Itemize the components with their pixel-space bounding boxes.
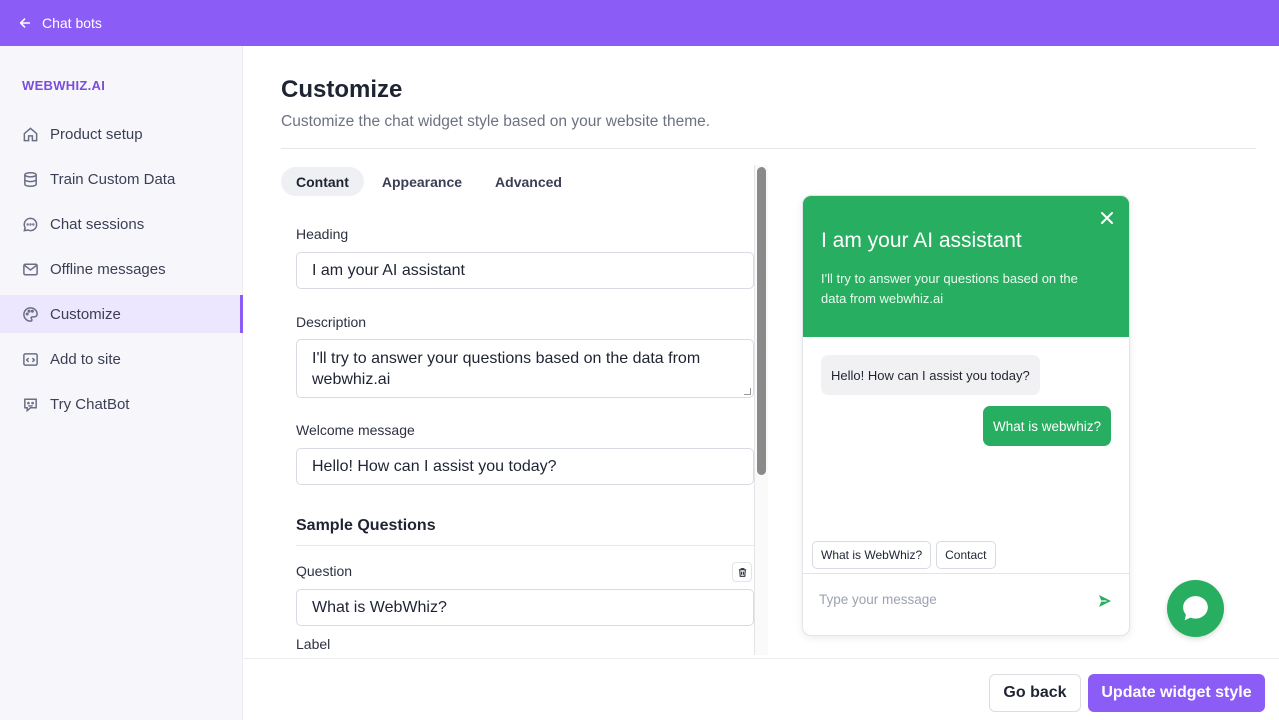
widget-title: I am your AI assistant (821, 229, 1022, 252)
page-subtitle: Customize the chat widget style based on… (281, 113, 711, 130)
form-scrollbar[interactable] (754, 165, 768, 655)
widget-input-divider (803, 573, 1129, 574)
bot-icon (24, 398, 37, 412)
question-label: Question (296, 563, 353, 579)
heading-input[interactable]: I am your AI assistant (296, 252, 754, 289)
sample-questions-title: Sample Questions (296, 517, 436, 534)
sidebar-item-label: Customize (50, 305, 121, 323)
sidebar-item-label: Try ChatBot (50, 395, 130, 413)
description-textarea[interactable]: I'll try to answer your questions based … (296, 339, 754, 398)
heading-input-value: I am your AI assistant (312, 261, 465, 279)
sample-question-chips: What is WebWhiz? Contact (812, 541, 996, 569)
sidebar-nav: Product setup Train Custom Data Chat ses… (0, 115, 243, 430)
database-icon (24, 171, 37, 187)
back-link-label: Chat bots (42, 15, 102, 31)
sidebar-item-customize[interactable]: Customize (0, 295, 243, 333)
go-back-button[interactable]: Go back (989, 674, 1081, 712)
sidebar: WEBWHIZ.AI Product setup Train Custom Da… (0, 46, 243, 720)
palette-icon (23, 306, 38, 322)
welcome-message-input[interactable]: Hello! How can I assist you today? (296, 448, 754, 485)
sidebar-item-train-custom-data[interactable]: Train Custom Data (0, 160, 243, 198)
sidebar-item-add-to-site[interactable]: Add to site (0, 340, 243, 378)
tab-advanced[interactable]: Advanced (480, 167, 577, 196)
arrow-left-icon (19, 18, 31, 28)
welcome-message-value: Hello! How can I assist you today? (312, 457, 557, 475)
code-icon (23, 352, 38, 366)
widget-description: I'll try to answer your questions based … (821, 271, 1078, 306)
chip-contact[interactable]: Contact (936, 541, 996, 569)
sidebar-item-label: Add to site (50, 350, 121, 368)
chat-bubble-icon (1183, 596, 1208, 621)
section-divider (296, 545, 754, 546)
trash-icon (738, 567, 746, 577)
main-content: Customize Customize the chat widget styl… (243, 46, 1279, 658)
send-icon[interactable] (1097, 593, 1113, 609)
sidebar-item-label: Chat sessions (50, 215, 145, 233)
question-input-value: What is WebWhiz? (312, 598, 447, 616)
sidebar-item-label: Train Custom Data (50, 170, 176, 188)
bot-message-bubble: Hello! How can I assist you today? (821, 355, 1040, 395)
sidebar-item-label: Offline messages (50, 260, 166, 278)
widget-header: I am your AI assistant I'll try to answe… (803, 196, 1129, 337)
home-icon (23, 126, 38, 141)
resize-handle[interactable] (744, 388, 751, 395)
question-input[interactable]: What is WebWhiz? (296, 589, 754, 626)
back-to-chatbots-link[interactable]: Chat bots (18, 15, 102, 31)
update-widget-style-button[interactable]: Update widget style (1088, 674, 1265, 712)
close-icon[interactable] (1099, 210, 1115, 226)
user-message-bubble: What is webwhiz? (982, 406, 1111, 446)
delete-question-button[interactable] (732, 562, 752, 582)
chat-widget-preview: I am your AI assistant I'll try to answe… (802, 195, 1130, 636)
sidebar-item-offline-messages[interactable]: Offline messages (0, 250, 243, 288)
chat-bubble-icon (23, 217, 38, 232)
mail-icon (23, 263, 38, 275)
brand-name: WEBWHIZ.AI (22, 78, 106, 93)
description-textarea-value: I'll try to answer your questions based … (312, 350, 701, 388)
scrollbar-thumb[interactable] (757, 167, 766, 475)
widget-message-input[interactable]: Type your message (819, 592, 937, 607)
sidebar-item-product-setup[interactable]: Product setup (0, 115, 243, 153)
heading-label: Heading (296, 226, 349, 242)
chat-launcher-button[interactable] (1167, 580, 1224, 637)
tab-appearance[interactable]: Appearance (367, 167, 477, 196)
description-label: Description (296, 314, 367, 330)
footer-bar: Go back Update widget style (243, 658, 1279, 720)
tab-bar: Contant Appearance Advanced (281, 167, 577, 196)
label-label: Label (296, 636, 331, 652)
header-divider (281, 148, 1256, 149)
welcome-message-label: Welcome message (296, 422, 415, 438)
chip-what-is-webwhiz[interactable]: What is WebWhiz? (812, 541, 932, 569)
page-title: Customize (281, 76, 403, 103)
sidebar-item-try-chatbot[interactable]: Try ChatBot (0, 385, 243, 423)
customize-form: Contant Appearance Advanced Heading I am… (281, 165, 768, 655)
top-bar: Chat bots (0, 0, 1279, 46)
sidebar-item-chat-sessions[interactable]: Chat sessions (0, 205, 243, 243)
tab-content[interactable]: Contant (281, 167, 364, 196)
sidebar-item-label: Product setup (50, 125, 143, 143)
